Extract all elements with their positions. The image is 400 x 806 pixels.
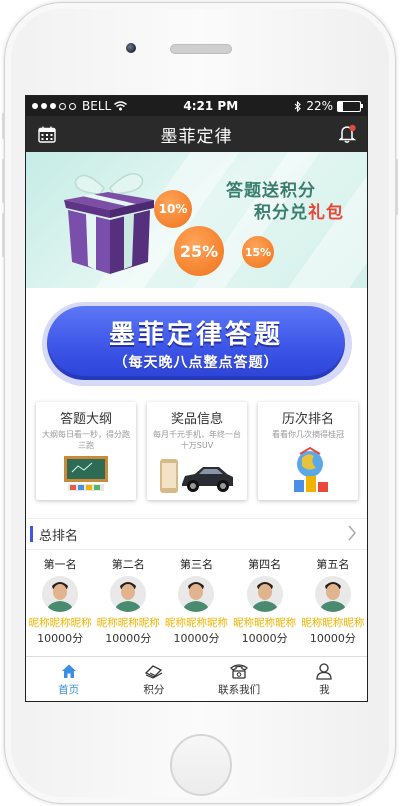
phone-prize-icon <box>160 459 178 493</box>
card-history[interactable]: 历次排名 看看你几次摘得桂冠 <box>258 402 358 500</box>
signal-dot <box>32 103 38 109</box>
speaker-grille <box>170 44 232 54</box>
banner-subheadline: 积分兑礼包 <box>254 203 344 223</box>
tab-contact[interactable]: 联系我们 <box>197 657 282 701</box>
clock: 4:21 PM <box>183 99 239 113</box>
avatar <box>178 576 215 612</box>
rank-score: 10000分 <box>105 632 152 645</box>
trophy-globe-icon <box>294 446 328 492</box>
card-prizes[interactable]: 奖品信息 每月千元手机，年终一台十万SUV <box>147 402 247 500</box>
rank-nickname: 昵称昵称昵称 <box>301 617 365 629</box>
side-button <box>2 213 5 257</box>
chalkboard-icon <box>64 456 108 491</box>
home-button[interactable] <box>170 734 232 796</box>
tab-me[interactable]: 我 <box>282 657 367 701</box>
points-icon <box>144 665 163 679</box>
avatar <box>110 576 147 612</box>
carrier-label: BELL <box>82 99 112 113</box>
rank-position: 第二名 <box>111 558 145 571</box>
rank-score: 10000分 <box>309 632 356 645</box>
tab-label: 联系我们 <box>218 684 261 696</box>
signal-dot <box>41 103 47 109</box>
wifi-icon <box>114 101 128 111</box>
calendar-icon[interactable] <box>38 126 56 147</box>
ranking-list: 第一名 昵称昵称昵称 10000分 第二名 昵称昵称昵称 10000分 第三名 … <box>26 556 367 651</box>
rank-nickname: 昵称昵称昵称 <box>28 617 92 629</box>
rank-item[interactable]: 第三名 昵称昵称昵称 10000分 <box>164 556 228 651</box>
bell-icon[interactable] <box>337 124 357 148</box>
avatar <box>314 576 351 612</box>
tab-label: 我 <box>319 684 330 696</box>
camera-icon <box>126 43 136 53</box>
page-title: 墨菲定律 <box>160 126 233 147</box>
screen: BELL 4:21 PM 22% 墨菲定律 10% 25% 15% 答题送积分 … <box>25 95 368 702</box>
discount-bubble: 10% <box>154 190 192 228</box>
rank-position: 第五名 <box>316 558 350 571</box>
ranking-header[interactable]: 总排名 <box>26 518 367 550</box>
rank-item[interactable]: 第四名 昵称昵称昵称 10000分 <box>233 556 297 651</box>
rank-item[interactable]: 第二名 昵称昵称昵称 10000分 <box>96 556 160 651</box>
rank-nickname: 昵称昵称昵称 <box>233 617 297 629</box>
gift-box-icon <box>64 173 154 274</box>
discount-bubble: 15% <box>242 236 274 268</box>
side-button <box>2 113 5 139</box>
car-prize-icon <box>182 467 233 492</box>
card-desc: 大纲每日看一秒，得分跑三跑 <box>42 430 130 450</box>
avatar <box>42 576 79 612</box>
rank-score: 10000分 <box>37 632 84 645</box>
user-icon <box>316 662 333 680</box>
side-button <box>395 159 398 215</box>
card-desc: 看看你几次摘得桂冠 <box>272 430 344 439</box>
answer-button-frame: 墨菲定律答题 （每天晚八点整点答题） <box>42 302 352 386</box>
tab-label: 积分 <box>143 684 165 696</box>
tab-bar: 首页 积分 联系我们 我 <box>26 656 367 701</box>
tab-points[interactable]: 积分 <box>111 657 196 701</box>
answer-button-subtitle: （每天晚八点整点答题） <box>113 355 279 371</box>
rank-item[interactable]: 第一名 昵称昵称昵称 10000分 <box>28 556 92 651</box>
card-title: 奖品信息 <box>170 412 223 427</box>
status-bar: BELL 4:21 PM 22% <box>26 96 367 116</box>
rank-position: 第四名 <box>248 558 282 571</box>
tab-label: 首页 <box>58 684 80 696</box>
promo-banner[interactable]: 10% 25% 15% 答题送积分 积分兑礼包 <box>26 152 367 288</box>
battery-percent: 22% <box>306 99 333 113</box>
tab-home[interactable]: 首页 <box>26 657 111 701</box>
feature-cards: 答题大纲 大纲每日看一秒，得分跑三跑 奖品信息 每月千元手机，年终一台十万SUV… <box>36 402 358 502</box>
rank-score: 10000分 <box>173 632 220 645</box>
rank-score: 10000分 <box>241 632 288 645</box>
rank-position: 第一名 <box>43 558 77 571</box>
signal-dot <box>69 102 76 110</box>
start-answer-button[interactable]: 墨菲定律答题 （每天晚八点整点答题） <box>47 306 345 380</box>
card-desc: 每月千元手机，年终一台十万SUV <box>153 430 241 450</box>
signal-dot <box>59 102 66 110</box>
rank-nickname: 昵称昵称昵称 <box>164 617 228 629</box>
card-title: 答题大纲 <box>59 412 112 427</box>
discount-bubble: 25% <box>174 226 224 276</box>
nav-bar: 墨菲定律 <box>26 116 367 152</box>
side-button <box>2 159 5 203</box>
ranking-title: 总排名 <box>39 528 79 544</box>
avatar <box>246 576 283 612</box>
ranking-accent-bar <box>30 526 33 542</box>
chevron-right-icon[interactable] <box>347 525 357 541</box>
card-title: 历次排名 <box>281 412 334 427</box>
signal-dot <box>50 103 56 109</box>
rank-position: 第三名 <box>179 558 213 571</box>
rank-item[interactable]: 第五名 昵称昵称昵称 10000分 <box>301 556 365 651</box>
home-icon <box>61 664 76 678</box>
card-outline[interactable]: 答题大纲 大纲每日看一秒，得分跑三跑 <box>36 402 136 500</box>
rank-nickname: 昵称昵称昵称 <box>96 617 160 629</box>
answer-button-title: 墨菲定律答题 <box>108 320 283 350</box>
phone-icon <box>230 664 249 679</box>
bluetooth-icon <box>294 100 302 112</box>
battery-icon <box>337 100 363 112</box>
